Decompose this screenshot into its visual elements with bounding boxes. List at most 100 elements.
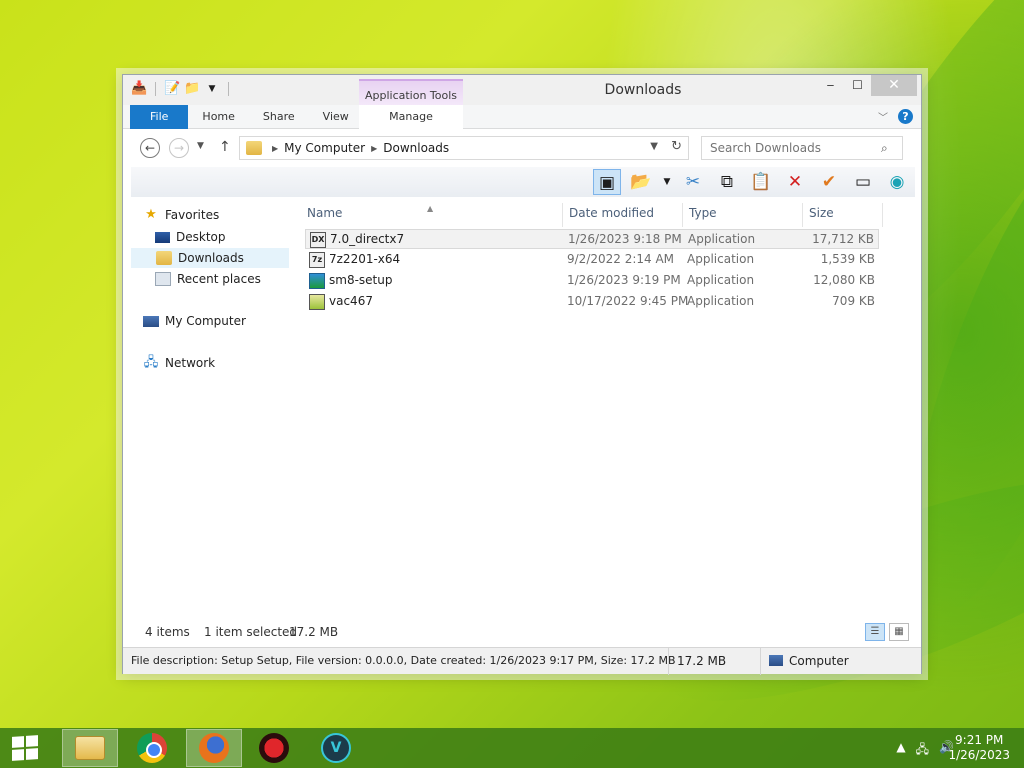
system-tray: ▲ 🖧 🔊 bbox=[896, 740, 954, 761]
details-location: Computer bbox=[761, 648, 911, 675]
toolbar-dropdown-icon[interactable]: ▼ bbox=[661, 169, 673, 195]
caption-buttons: ‒ ☐ ✕ bbox=[817, 75, 917, 96]
sidebar-item-downloads[interactable]: Downloads bbox=[131, 248, 289, 268]
quick-access-toolbar: 📥 📝 📁 ▼ bbox=[131, 81, 233, 97]
properties-icon[interactable]: 📝 bbox=[164, 81, 180, 97]
recent-locations-icon[interactable]: ▼ bbox=[197, 141, 204, 151]
column-header-date-modified[interactable]: Date modified bbox=[563, 203, 683, 227]
network-tray-icon[interactable]: 🖧 bbox=[916, 740, 929, 761]
setup-icon bbox=[309, 273, 325, 289]
star-icon: ★ bbox=[145, 207, 157, 222]
status-bar: 4 items 1 item selected 17.2 MB ☰ ▦ bbox=[131, 623, 915, 643]
file-list: ▲ Name Date modified Type Size DX 7.0_di… bbox=[301, 199, 915, 619]
installer-icon: DX bbox=[310, 232, 326, 248]
breadcrumb-my-computer[interactable]: My Computer bbox=[284, 141, 365, 155]
sidebar-label: Network bbox=[165, 356, 216, 370]
details-view-icon[interactable]: ☰ bbox=[865, 623, 885, 641]
sidebar-label: Recent places bbox=[177, 272, 261, 286]
taskbar-file-explorer[interactable] bbox=[62, 729, 118, 767]
selection-size: 17.2 MB bbox=[289, 625, 339, 639]
maximize-button[interactable]: ☐ bbox=[844, 75, 871, 96]
sidebar-item-my-computer[interactable]: My Computer bbox=[143, 311, 299, 331]
rename-icon[interactable]: ▭ bbox=[849, 169, 877, 195]
title-bar: 📥 📝 📁 ▼ Application Tools Downloads ‒ ☐ … bbox=[123, 75, 921, 129]
chrome-icon bbox=[137, 733, 167, 763]
help-icon[interactable]: ? bbox=[898, 109, 913, 124]
tab-file[interactable]: File bbox=[130, 104, 189, 129]
clock-time: 9:21 PM bbox=[955, 733, 1004, 747]
column-header-size[interactable]: Size bbox=[803, 203, 883, 227]
folder-down-icon[interactable]: 📥 bbox=[131, 81, 147, 97]
taskbar-chrome[interactable] bbox=[124, 729, 180, 767]
close-button[interactable]: ✕ bbox=[871, 75, 917, 96]
chevron-down-icon[interactable]: ▼ bbox=[650, 141, 658, 152]
clock[interactable]: 9:21 PM 1/26/2023 bbox=[948, 733, 1010, 763]
column-header-type[interactable]: Type bbox=[683, 203, 803, 227]
command-toolbar: ▣ 📂 ▼ ✂ ⧉ 📋 ✕ ✔ ▭ ◉ bbox=[131, 167, 915, 197]
expand-ribbon-icon[interactable]: ﹀ bbox=[878, 109, 888, 124]
qat-dropdown-icon[interactable]: ▼ bbox=[204, 81, 220, 97]
chevron-right-icon[interactable]: ▶ bbox=[272, 144, 278, 153]
minimize-button[interactable]: ‒ bbox=[817, 75, 844, 96]
item-count: 4 items bbox=[145, 625, 190, 639]
checkmark-icon[interactable]: ✔ bbox=[815, 169, 843, 195]
taskbar: V ▲ 🖧 🔊 9:21 PM 1/26/2023 bbox=[0, 728, 1024, 768]
recent-places-icon bbox=[155, 272, 171, 286]
breadcrumb-downloads[interactable]: Downloads bbox=[383, 141, 449, 155]
taskbar-firefox[interactable] bbox=[186, 729, 242, 767]
downloads-folder-icon bbox=[156, 251, 172, 265]
navigation-bar: ← → ▼ ↑ ▶ My Computer ▶ Downloads ▼ ↻ ⌕ bbox=[123, 131, 921, 165]
back-button[interactable]: ← bbox=[140, 138, 160, 158]
show-hidden-icons-icon[interactable]: ▲ bbox=[896, 740, 905, 761]
tab-home[interactable]: Home bbox=[188, 105, 248, 129]
cut-icon[interactable]: ✂ bbox=[679, 169, 707, 195]
up-button[interactable]: ↑ bbox=[219, 139, 231, 155]
refresh-icon[interactable]: ↻ bbox=[671, 139, 682, 154]
large-icons-view-icon[interactable]: ▦ bbox=[889, 623, 909, 641]
sidebar-label: Desktop bbox=[176, 230, 226, 244]
globe-icon[interactable]: ◉ bbox=[883, 169, 911, 195]
file-row[interactable]: DX 7.0_directx7 1/26/2023 9:18 PM Applic… bbox=[305, 229, 879, 249]
shield-app-icon: V bbox=[321, 733, 351, 763]
address-bar[interactable]: ▶ My Computer ▶ Downloads ▼ ↻ bbox=[239, 136, 689, 160]
ribbon-tabs: File Home Share View Manage ﹀ ? bbox=[123, 104, 921, 129]
sidebar-favorites[interactable]: ★ Favorites bbox=[143, 205, 299, 225]
clock-date: 1/26/2023 bbox=[948, 748, 1010, 762]
red-app-icon bbox=[259, 733, 289, 763]
file-row[interactable]: 7z 7z2201-x64 9/2/2022 2:14 AM Applicati… bbox=[305, 250, 879, 270]
delete-icon[interactable]: ✕ bbox=[781, 169, 809, 195]
forward-button[interactable]: → bbox=[169, 138, 189, 158]
sidebar-item-desktop[interactable]: Desktop bbox=[155, 227, 287, 247]
navigation-pane: ★ Favorites Desktop Downloads Recent pla… bbox=[131, 199, 291, 619]
qat-separator bbox=[155, 82, 156, 96]
view-switcher: ☰ ▦ bbox=[865, 623, 909, 641]
computer-icon bbox=[143, 315, 159, 327]
tab-view[interactable]: View bbox=[309, 105, 363, 129]
search-input[interactable] bbox=[701, 136, 903, 160]
explorer-window: 📥 📝 📁 ▼ Application Tools Downloads ‒ ☐ … bbox=[122, 74, 922, 675]
taskbar-app-shield[interactable]: V bbox=[308, 729, 364, 767]
file-explorer-icon bbox=[75, 736, 105, 760]
copy-icon[interactable]: ⧉ bbox=[713, 169, 741, 195]
tab-share[interactable]: Share bbox=[249, 105, 309, 129]
details-bar: File description: Setup Setup, File vers… bbox=[123, 647, 921, 675]
computer-icon bbox=[769, 655, 783, 666]
folder-check-icon[interactable]: 📂 bbox=[627, 169, 655, 195]
paste-icon[interactable]: 📋 bbox=[747, 169, 775, 195]
file-row[interactable]: sm8-setup 1/26/2023 9:19 PM Application … bbox=[305, 271, 879, 291]
selection-count: 1 item selected bbox=[204, 625, 298, 639]
preview-pane-icon[interactable]: ▣ bbox=[593, 169, 621, 195]
chevron-right-icon[interactable]: ▶ bbox=[371, 144, 377, 153]
search-icon[interactable]: ⌕ bbox=[881, 141, 888, 156]
file-row[interactable]: vac467 10/17/2022 9:45 PM Application 70… bbox=[305, 292, 879, 312]
tab-manage[interactable]: Manage bbox=[359, 104, 463, 129]
start-button[interactable] bbox=[12, 735, 38, 761]
new-folder-icon[interactable]: 📁 bbox=[184, 81, 200, 97]
desktop-icon bbox=[155, 231, 170, 243]
ribbon-controls: ﹀ ? bbox=[878, 109, 913, 124]
taskbar-app-red[interactable] bbox=[246, 729, 302, 767]
sidebar-label: Downloads bbox=[178, 251, 244, 265]
column-header-name[interactable]: ▲ Name bbox=[301, 203, 563, 227]
sidebar-item-network[interactable]: 🖧 Network bbox=[143, 353, 299, 373]
sidebar-item-recent-places[interactable]: Recent places bbox=[155, 269, 287, 289]
